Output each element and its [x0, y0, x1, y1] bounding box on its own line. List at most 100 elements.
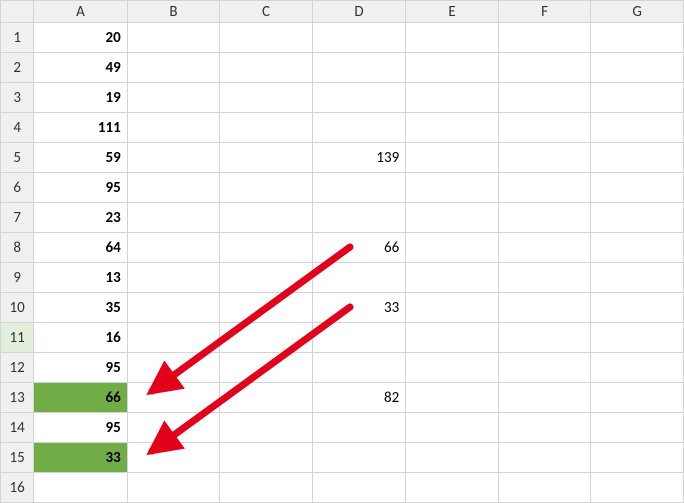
cell-E7[interactable] — [406, 203, 499, 233]
row-header-9[interactable]: 9 — [1, 263, 34, 293]
row-header-13[interactable]: 13 — [1, 383, 34, 413]
col-header-A[interactable]: A — [34, 1, 127, 23]
row-header-8[interactable]: 8 — [1, 233, 34, 263]
cell-G6[interactable] — [591, 173, 684, 203]
cell-D6[interactable] — [312, 173, 405, 203]
cell-G9[interactable] — [591, 263, 684, 293]
cell-C5[interactable] — [220, 143, 313, 173]
cell-A9[interactable]: 13 — [34, 263, 127, 293]
cell-F12[interactable] — [498, 353, 591, 383]
row-header-7[interactable]: 7 — [1, 203, 34, 233]
select-all-corner[interactable] — [1, 1, 34, 23]
cell-E9[interactable] — [406, 263, 499, 293]
cell-D16[interactable] — [312, 473, 405, 503]
row-header-2[interactable]: 2 — [1, 53, 34, 83]
col-header-G[interactable]: G — [591, 1, 684, 23]
cell-C2[interactable] — [220, 53, 313, 83]
cell-G14[interactable] — [591, 413, 684, 443]
cell-A7[interactable]: 23 — [34, 203, 127, 233]
cell-A2[interactable]: 49 — [34, 53, 127, 83]
cell-A3[interactable]: 19 — [34, 83, 127, 113]
cell-B14[interactable] — [127, 413, 220, 443]
cell-F10[interactable] — [498, 293, 591, 323]
cell-G8[interactable] — [591, 233, 684, 263]
cell-F6[interactable] — [498, 173, 591, 203]
cell-F4[interactable] — [498, 113, 591, 143]
col-header-F[interactable]: F — [498, 1, 591, 23]
cell-A11[interactable]: 16 — [34, 323, 127, 353]
cell-A10[interactable]: 35 — [34, 293, 127, 323]
cell-G1[interactable] — [591, 23, 684, 53]
cell-F9[interactable] — [498, 263, 591, 293]
cell-D4[interactable] — [312, 113, 405, 143]
cell-B7[interactable] — [127, 203, 220, 233]
cell-G4[interactable] — [591, 113, 684, 143]
cell-F2[interactable] — [498, 53, 591, 83]
cell-E13[interactable] — [406, 383, 499, 413]
row-header-10[interactable]: 10 — [1, 293, 34, 323]
cell-F1[interactable] — [498, 23, 591, 53]
cell-F5[interactable] — [498, 143, 591, 173]
cell-B8[interactable] — [127, 233, 220, 263]
row-header-3[interactable]: 3 — [1, 83, 34, 113]
cell-B4[interactable] — [127, 113, 220, 143]
cell-C8[interactable] — [220, 233, 313, 263]
cell-D13[interactable]: 82 — [312, 383, 405, 413]
cell-D3[interactable] — [312, 83, 405, 113]
row-header-6[interactable]: 6 — [1, 173, 34, 203]
cell-G11[interactable] — [591, 323, 684, 353]
cell-C7[interactable] — [220, 203, 313, 233]
cell-B12[interactable] — [127, 353, 220, 383]
col-header-C[interactable]: C — [220, 1, 313, 23]
cell-B11[interactable] — [127, 323, 220, 353]
cell-B9[interactable] — [127, 263, 220, 293]
cell-A8[interactable]: 64 — [34, 233, 127, 263]
row-header-14[interactable]: 14 — [1, 413, 34, 443]
cell-D11[interactable] — [312, 323, 405, 353]
cell-A6[interactable]: 95 — [34, 173, 127, 203]
cell-D8[interactable]: 66 — [312, 233, 405, 263]
cell-C3[interactable] — [220, 83, 313, 113]
col-header-D[interactable]: D — [312, 1, 405, 23]
cell-D10[interactable]: 33 — [312, 293, 405, 323]
cell-E14[interactable] — [406, 413, 499, 443]
cell-E2[interactable] — [406, 53, 499, 83]
cell-A13[interactable]: 66 — [34, 383, 127, 413]
cell-F3[interactable] — [498, 83, 591, 113]
cell-D1[interactable] — [312, 23, 405, 53]
row-header-1[interactable]: 1 — [1, 23, 34, 53]
cell-F13[interactable] — [498, 383, 591, 413]
cell-F8[interactable] — [498, 233, 591, 263]
cell-E15[interactable] — [406, 443, 499, 473]
cell-E12[interactable] — [406, 353, 499, 383]
row-header-11[interactable]: 11 — [1, 323, 34, 353]
cell-C15[interactable] — [220, 443, 313, 473]
cell-B13[interactable] — [127, 383, 220, 413]
cell-A4[interactable]: 111 — [34, 113, 127, 143]
cell-G2[interactable] — [591, 53, 684, 83]
cell-B10[interactable] — [127, 293, 220, 323]
cell-E10[interactable] — [406, 293, 499, 323]
cell-B16[interactable] — [127, 473, 220, 503]
cell-F7[interactable] — [498, 203, 591, 233]
cell-A12[interactable]: 95 — [34, 353, 127, 383]
cell-E6[interactable] — [406, 173, 499, 203]
cell-A15[interactable]: 33 — [34, 443, 127, 473]
cell-G12[interactable] — [591, 353, 684, 383]
cell-C4[interactable] — [220, 113, 313, 143]
cell-C13[interactable] — [220, 383, 313, 413]
cell-E4[interactable] — [406, 113, 499, 143]
cell-G5[interactable] — [591, 143, 684, 173]
cell-F15[interactable] — [498, 443, 591, 473]
cell-B5[interactable] — [127, 143, 220, 173]
cell-D15[interactable] — [312, 443, 405, 473]
cell-C1[interactable] — [220, 23, 313, 53]
cell-E1[interactable] — [406, 23, 499, 53]
cell-D2[interactable] — [312, 53, 405, 83]
cell-E11[interactable] — [406, 323, 499, 353]
cell-C12[interactable] — [220, 353, 313, 383]
cell-B2[interactable] — [127, 53, 220, 83]
cell-A16[interactable] — [34, 473, 127, 503]
cell-G7[interactable] — [591, 203, 684, 233]
cell-E5[interactable] — [406, 143, 499, 173]
